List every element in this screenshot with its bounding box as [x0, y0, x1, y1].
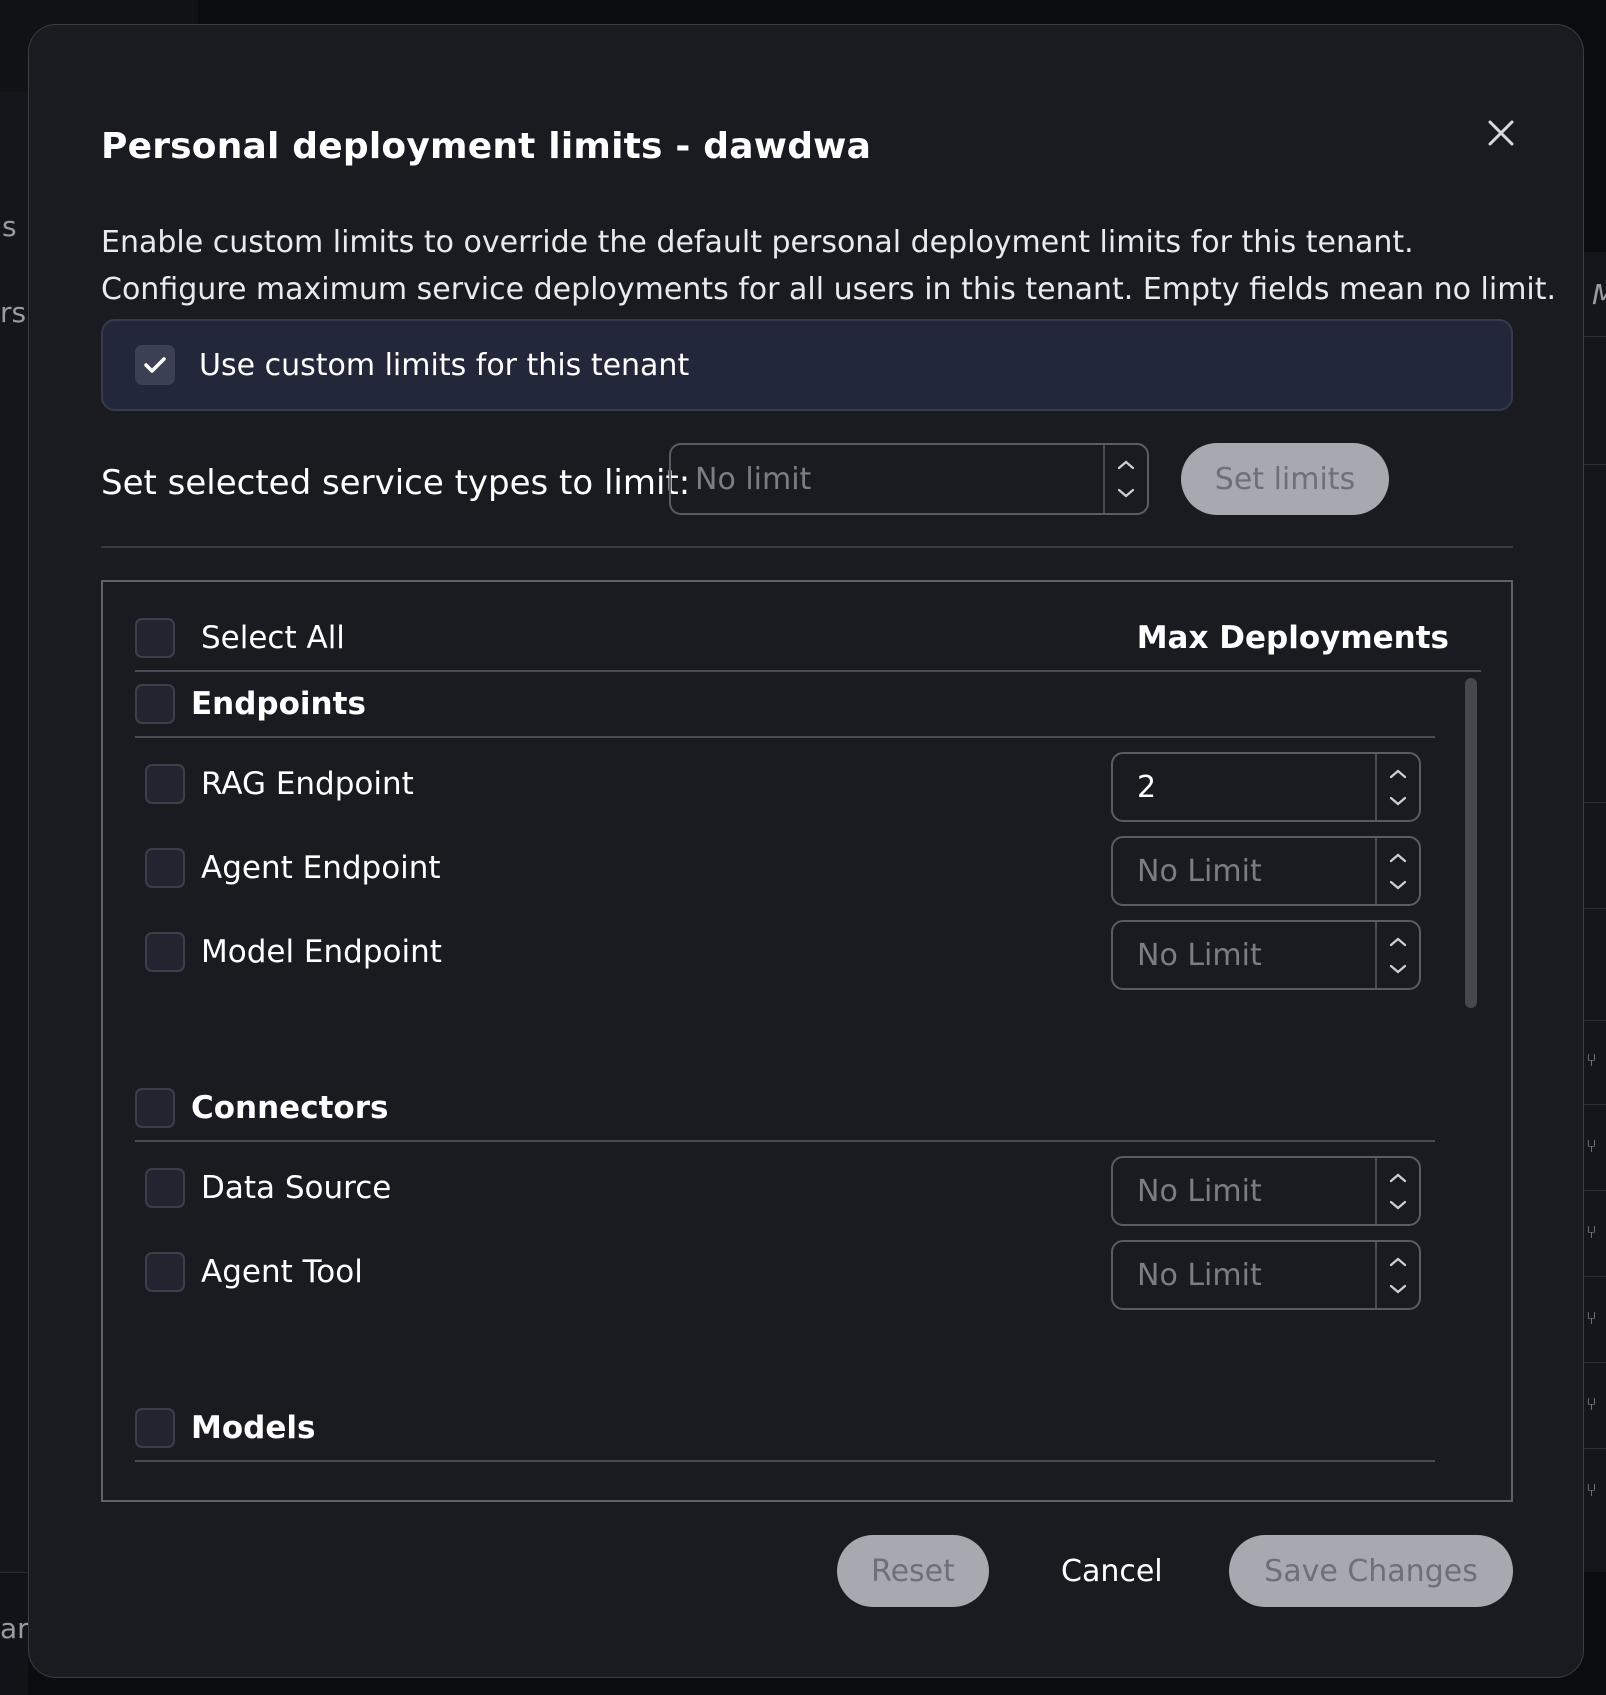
custom-limits-toggle[interactable]: Use custom limits for this tenant — [101, 319, 1513, 411]
branch-icon: ⑂ — [1586, 1308, 1597, 1329]
background-text-fragment: s — [2, 210, 17, 243]
group-header-connectors: Connectors — [135, 1088, 1435, 1142]
item-checkbox[interactable] — [145, 1252, 185, 1292]
item-label: Agent Endpoint — [201, 850, 441, 886]
custom-limits-label: Use custom limits for this tenant — [199, 347, 690, 383]
item-checkbox[interactable] — [145, 1168, 185, 1208]
background-divider — [1584, 1276, 1606, 1277]
dialog-title: Personal deployment limits - dawdwa — [101, 126, 872, 167]
input-placeholder: No Limit — [1137, 1173, 1262, 1209]
list-item: Data Source — [145, 1168, 391, 1208]
group-checkbox[interactable] — [135, 1088, 175, 1128]
item-checkbox[interactable] — [145, 932, 185, 972]
item-checkbox[interactable] — [145, 764, 185, 804]
group-label: Endpoints — [191, 686, 366, 722]
input-value: 2 — [1137, 769, 1157, 805]
background-divider — [1584, 1104, 1606, 1105]
custom-limits-checkbox[interactable] — [135, 345, 175, 385]
chevron-down-icon[interactable] — [1389, 964, 1407, 974]
chevron-up-icon[interactable] — [1389, 937, 1407, 947]
bulk-limit-placeholder: No limit — [695, 461, 812, 497]
input-placeholder: No Limit — [1137, 1257, 1262, 1293]
reset-button[interactable]: Reset — [837, 1535, 989, 1607]
close-button[interactable] — [1477, 109, 1525, 157]
chevron-down-icon[interactable] — [1389, 1284, 1407, 1294]
chevron-up-icon[interactable] — [1389, 1257, 1407, 1267]
number-stepper[interactable] — [1375, 922, 1419, 988]
deployment-limits-dialog: Personal deployment limits - dawdwa Enab… — [28, 24, 1584, 1678]
group-label: Connectors — [191, 1090, 389, 1126]
branch-icon: ⑂ — [1586, 1394, 1597, 1415]
section-divider — [101, 546, 1513, 548]
chevron-down-icon[interactable] — [1389, 1200, 1407, 1210]
input-placeholder: No Limit — [1137, 937, 1262, 973]
bulk-limit-label: Set selected service types to limit: — [101, 463, 691, 503]
chevron-up-icon[interactable] — [1389, 853, 1407, 863]
chevron-down-icon[interactable] — [1389, 880, 1407, 890]
list-item: Agent Endpoint — [145, 848, 441, 888]
bulk-limit-stepper[interactable] — [1103, 445, 1147, 513]
background-divider — [1584, 802, 1606, 803]
number-stepper[interactable] — [1375, 838, 1419, 904]
group-checkbox[interactable] — [135, 684, 175, 724]
number-stepper[interactable] — [1375, 754, 1419, 820]
close-icon — [1488, 120, 1514, 146]
item-label: Data Source — [201, 1170, 392, 1206]
list-item: Model Endpoint — [145, 932, 442, 972]
max-deployments-input[interactable]: 2 — [1111, 752, 1421, 822]
max-deployments-input[interactable]: No Limit — [1111, 920, 1421, 990]
background-divider — [1584, 1448, 1606, 1449]
max-deployments-input[interactable]: No Limit — [1111, 1156, 1421, 1226]
item-label: Model Endpoint — [201, 934, 442, 970]
service-limits-table: Select All Max Deployments Endpoints RAG… — [101, 580, 1513, 1502]
table-header: Select All Max Deployments — [135, 618, 1481, 672]
background-text-fragment: rs — [0, 296, 27, 329]
chevron-down-icon[interactable] — [1117, 488, 1135, 498]
set-limits-button[interactable]: Set limits — [1181, 443, 1389, 515]
checkmark-icon — [144, 357, 166, 373]
scrollbar[interactable] — [1465, 678, 1477, 1008]
item-label: RAG Endpoint — [201, 766, 414, 802]
group-checkbox[interactable] — [135, 1408, 175, 1448]
background-divider — [1584, 1020, 1606, 1021]
select-all-checkbox[interactable] — [135, 618, 175, 658]
max-deployments-input[interactable]: No Limit — [1111, 1240, 1421, 1310]
branch-icon: ⑂ — [1586, 1222, 1597, 1243]
input-placeholder: No Limit — [1137, 853, 1262, 889]
number-stepper[interactable] — [1375, 1242, 1419, 1308]
max-deployments-input[interactable]: No Limit — [1111, 836, 1421, 906]
background-divider — [1584, 1362, 1606, 1363]
chevron-up-icon[interactable] — [1117, 460, 1135, 470]
group-header-endpoints: Endpoints — [135, 684, 1435, 738]
item-label: Agent Tool — [201, 1254, 363, 1290]
list-item: RAG Endpoint — [145, 764, 414, 804]
dialog-description: Enable custom limits to override the def… — [101, 219, 1557, 313]
chevron-up-icon[interactable] — [1389, 1173, 1407, 1183]
branch-icon: ⑂ — [1586, 1480, 1597, 1501]
branch-icon: ⑂ — [1586, 1050, 1597, 1071]
background-text-fragment: ar — [0, 1612, 29, 1645]
background-text-fragment: M — [1592, 278, 1606, 311]
description-line: Configure maximum service deployments fo… — [101, 272, 1557, 307]
max-deployments-header: Max Deployments — [1136, 620, 1449, 656]
number-stepper[interactable] — [1375, 1158, 1419, 1224]
chevron-down-icon[interactable] — [1389, 796, 1407, 806]
cancel-button[interactable]: Cancel — [1061, 1535, 1163, 1607]
save-changes-button[interactable]: Save Changes — [1229, 1535, 1513, 1607]
group-header-models: Models — [135, 1408, 1435, 1462]
branch-icon: ⑂ — [1586, 1136, 1597, 1157]
background-divider — [1584, 336, 1606, 337]
background-divider — [1584, 464, 1606, 465]
select-all-label: Select All — [201, 620, 345, 656]
description-line: Enable custom limits to override the def… — [101, 225, 1414, 260]
background-divider — [1584, 1190, 1606, 1191]
chevron-up-icon[interactable] — [1389, 769, 1407, 779]
background-divider — [1584, 908, 1606, 909]
bulk-limit-input[interactable]: No limit — [669, 443, 1149, 515]
background-table-edge — [1584, 252, 1606, 1572]
group-label: Models — [191, 1410, 316, 1446]
item-checkbox[interactable] — [145, 848, 185, 888]
list-item: Agent Tool — [145, 1252, 363, 1292]
